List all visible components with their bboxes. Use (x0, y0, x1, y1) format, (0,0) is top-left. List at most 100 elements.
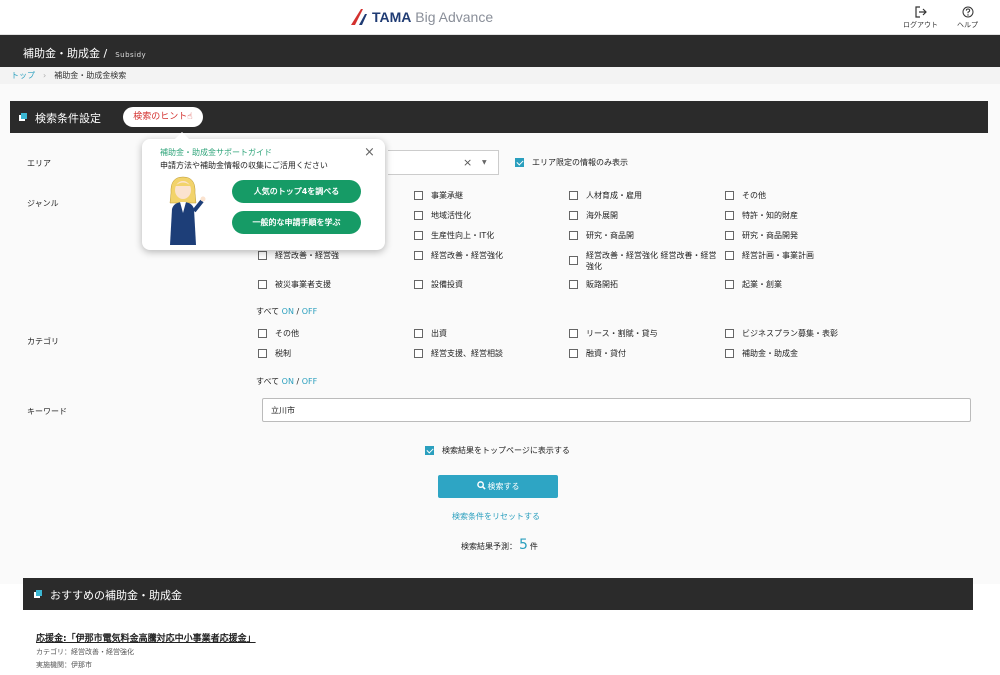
category-label: カテゴリ (27, 337, 59, 346)
genre-option-label: 経営改善・経営強 (275, 251, 339, 260)
genre-option[interactable]: 生産性向上・IT化 (414, 230, 494, 241)
genre-option[interactable]: 経営改善・経営強 (258, 250, 339, 261)
genre-option[interactable]: その他 (725, 190, 766, 201)
checkbox[interactable] (725, 191, 734, 200)
category-option[interactable]: 税制 (258, 348, 291, 359)
logout-button[interactable]: ログアウト (903, 6, 938, 30)
genre-option-label: 特許・知的財産 (742, 211, 798, 220)
keyword-label: キーワード (27, 407, 67, 416)
genre-option[interactable]: 事業承継 (414, 190, 463, 201)
genre-all-off-link[interactable]: OFF (302, 307, 318, 316)
checkbox[interactable] (569, 329, 578, 338)
show-on-top-checkbox[interactable]: 検索結果をトップページに表示する (425, 445, 570, 456)
checkbox[interactable] (725, 329, 734, 338)
checkbox[interactable] (725, 211, 734, 220)
genre-option[interactable]: 地域活性化 (414, 210, 471, 221)
genre-option-label: 研究・商品開発 (742, 231, 798, 240)
recommended-item-link[interactable]: 応援金:「伊那市電気料金高騰対応中小事業者応援金」 (36, 631, 256, 644)
genre-option[interactable]: 経営改善・経営強化 (414, 250, 503, 261)
checkbox[interactable] (569, 191, 578, 200)
logout-label: ログアウト (903, 21, 938, 29)
category-option[interactable]: その他 (258, 328, 299, 339)
genre-option-label: 海外展開 (586, 211, 618, 220)
clear-area-icon[interactable]: × (463, 156, 472, 169)
logo-mark-icon (351, 9, 367, 25)
checkbox-checked-icon[interactable] (515, 158, 524, 167)
genre-option[interactable]: 経営計画・事業計画 (725, 250, 814, 261)
category-all-toggle: すべて ON / OFF (256, 377, 318, 386)
genre-option-label: 販路開拓 (586, 280, 618, 289)
checkbox[interactable] (725, 231, 734, 240)
category-option[interactable]: ビジネスプラン募集・表彰 (725, 328, 838, 339)
category-option-label: ビジネスプラン募集・表彰 (742, 329, 838, 338)
keyword-input[interactable]: 立川市 (262, 398, 971, 422)
checkbox[interactable] (258, 329, 267, 338)
breadcrumb-home-link[interactable]: トップ (11, 71, 35, 80)
category-all-on-link[interactable]: ON (282, 377, 294, 386)
checkbox[interactable] (569, 231, 578, 240)
checkbox[interactable] (725, 349, 734, 358)
genre-option[interactable]: 経営改善・経営強化 経営改善・経営強化 (569, 250, 719, 272)
learn-application-steps-button[interactable]: 一般的な申請手順を学ぶ (232, 211, 361, 234)
genre-option[interactable]: 起業・創業 (725, 279, 782, 290)
genre-option[interactable]: 研究・商品開 (569, 230, 634, 241)
checkbox-checked-icon[interactable] (425, 446, 434, 455)
result-count: 5 (519, 537, 528, 553)
guide-person-illustration (169, 176, 206, 245)
help-label: ヘルプ (957, 21, 978, 29)
search-button[interactable]: 検索する (438, 475, 558, 498)
breadcrumb: トップ › 補助金・助成金検索 (0, 67, 1000, 84)
recommended-title: おすすめの補助金・助成金 (50, 589, 182, 602)
checkbox[interactable] (414, 329, 423, 338)
popup-title: 補助金・助成金サポートガイド (160, 148, 272, 157)
genre-option-label: その他 (742, 191, 766, 200)
genre-option[interactable]: 人材育成・雇用 (569, 190, 642, 201)
checkbox[interactable] (725, 280, 734, 289)
checkbox[interactable] (414, 349, 423, 358)
checkbox[interactable] (569, 256, 578, 265)
area-select[interactable]: × ▼ (388, 150, 499, 175)
area-only-checkbox[interactable]: エリア限定の情報のみ表示 (515, 157, 628, 168)
genre-option[interactable]: 販路開拓 (569, 279, 618, 290)
genre-option[interactable]: 海外展開 (569, 210, 618, 221)
genre-all-toggle: すべて ON / OFF (256, 307, 318, 316)
checkbox[interactable] (258, 251, 267, 260)
checkbox[interactable] (258, 349, 267, 358)
category-option[interactable]: 補助金・助成金 (725, 348, 798, 359)
checkbox[interactable] (725, 251, 734, 260)
search-conditions-header: 検索条件設定 検索のヒント☝ (10, 101, 988, 133)
help-button[interactable]: ヘルプ (957, 6, 978, 30)
chevron-down-icon[interactable]: ▼ (482, 159, 487, 166)
category-option[interactable]: 経営支援、経営相談 (414, 348, 503, 359)
area-label: エリア (27, 159, 51, 168)
checkbox[interactable] (569, 280, 578, 289)
breadcrumb-current: 補助金・助成金検索 (54, 71, 127, 80)
category-all-off-link[interactable]: OFF (302, 377, 318, 386)
top-header: TAMA Big Advance ログアウト ヘルプ (0, 0, 1000, 35)
checkbox[interactable] (258, 280, 267, 289)
genre-option[interactable]: 設備投資 (414, 279, 463, 290)
category-option[interactable]: リース・割賦・貸与 (569, 328, 658, 339)
genre-option[interactable]: 被災事業者支援 (258, 279, 331, 290)
checkbox[interactable] (414, 251, 423, 260)
popular-top4-button[interactable]: 人気のトップ4を調べる (232, 180, 361, 203)
checkbox[interactable] (414, 211, 423, 220)
checkbox[interactable] (414, 280, 423, 289)
genre-all-on-link[interactable]: ON (282, 307, 294, 316)
genre-option-label: 生産性向上・IT化 (431, 231, 495, 240)
search-button-label: 検索する (487, 482, 520, 491)
reset-conditions-link[interactable]: 検索条件をリセットする (452, 511, 540, 522)
section-square-icon (19, 113, 27, 121)
checkbox[interactable] (414, 231, 423, 240)
category-option[interactable]: 出資 (414, 328, 447, 339)
checkbox[interactable] (569, 211, 578, 220)
checkbox[interactable] (414, 191, 423, 200)
close-icon[interactable]: × (364, 145, 375, 160)
search-hint-button[interactable]: 検索のヒント☝ (123, 107, 203, 127)
section-square-icon (34, 590, 42, 598)
genre-option[interactable]: 特許・知的財産 (725, 210, 798, 221)
genre-option[interactable]: 研究・商品開発 (725, 230, 798, 241)
checkbox[interactable] (569, 349, 578, 358)
category-option[interactable]: 融資・貸付 (569, 348, 626, 359)
tama-big-advance-logo[interactable]: TAMA Big Advance (349, 8, 493, 26)
